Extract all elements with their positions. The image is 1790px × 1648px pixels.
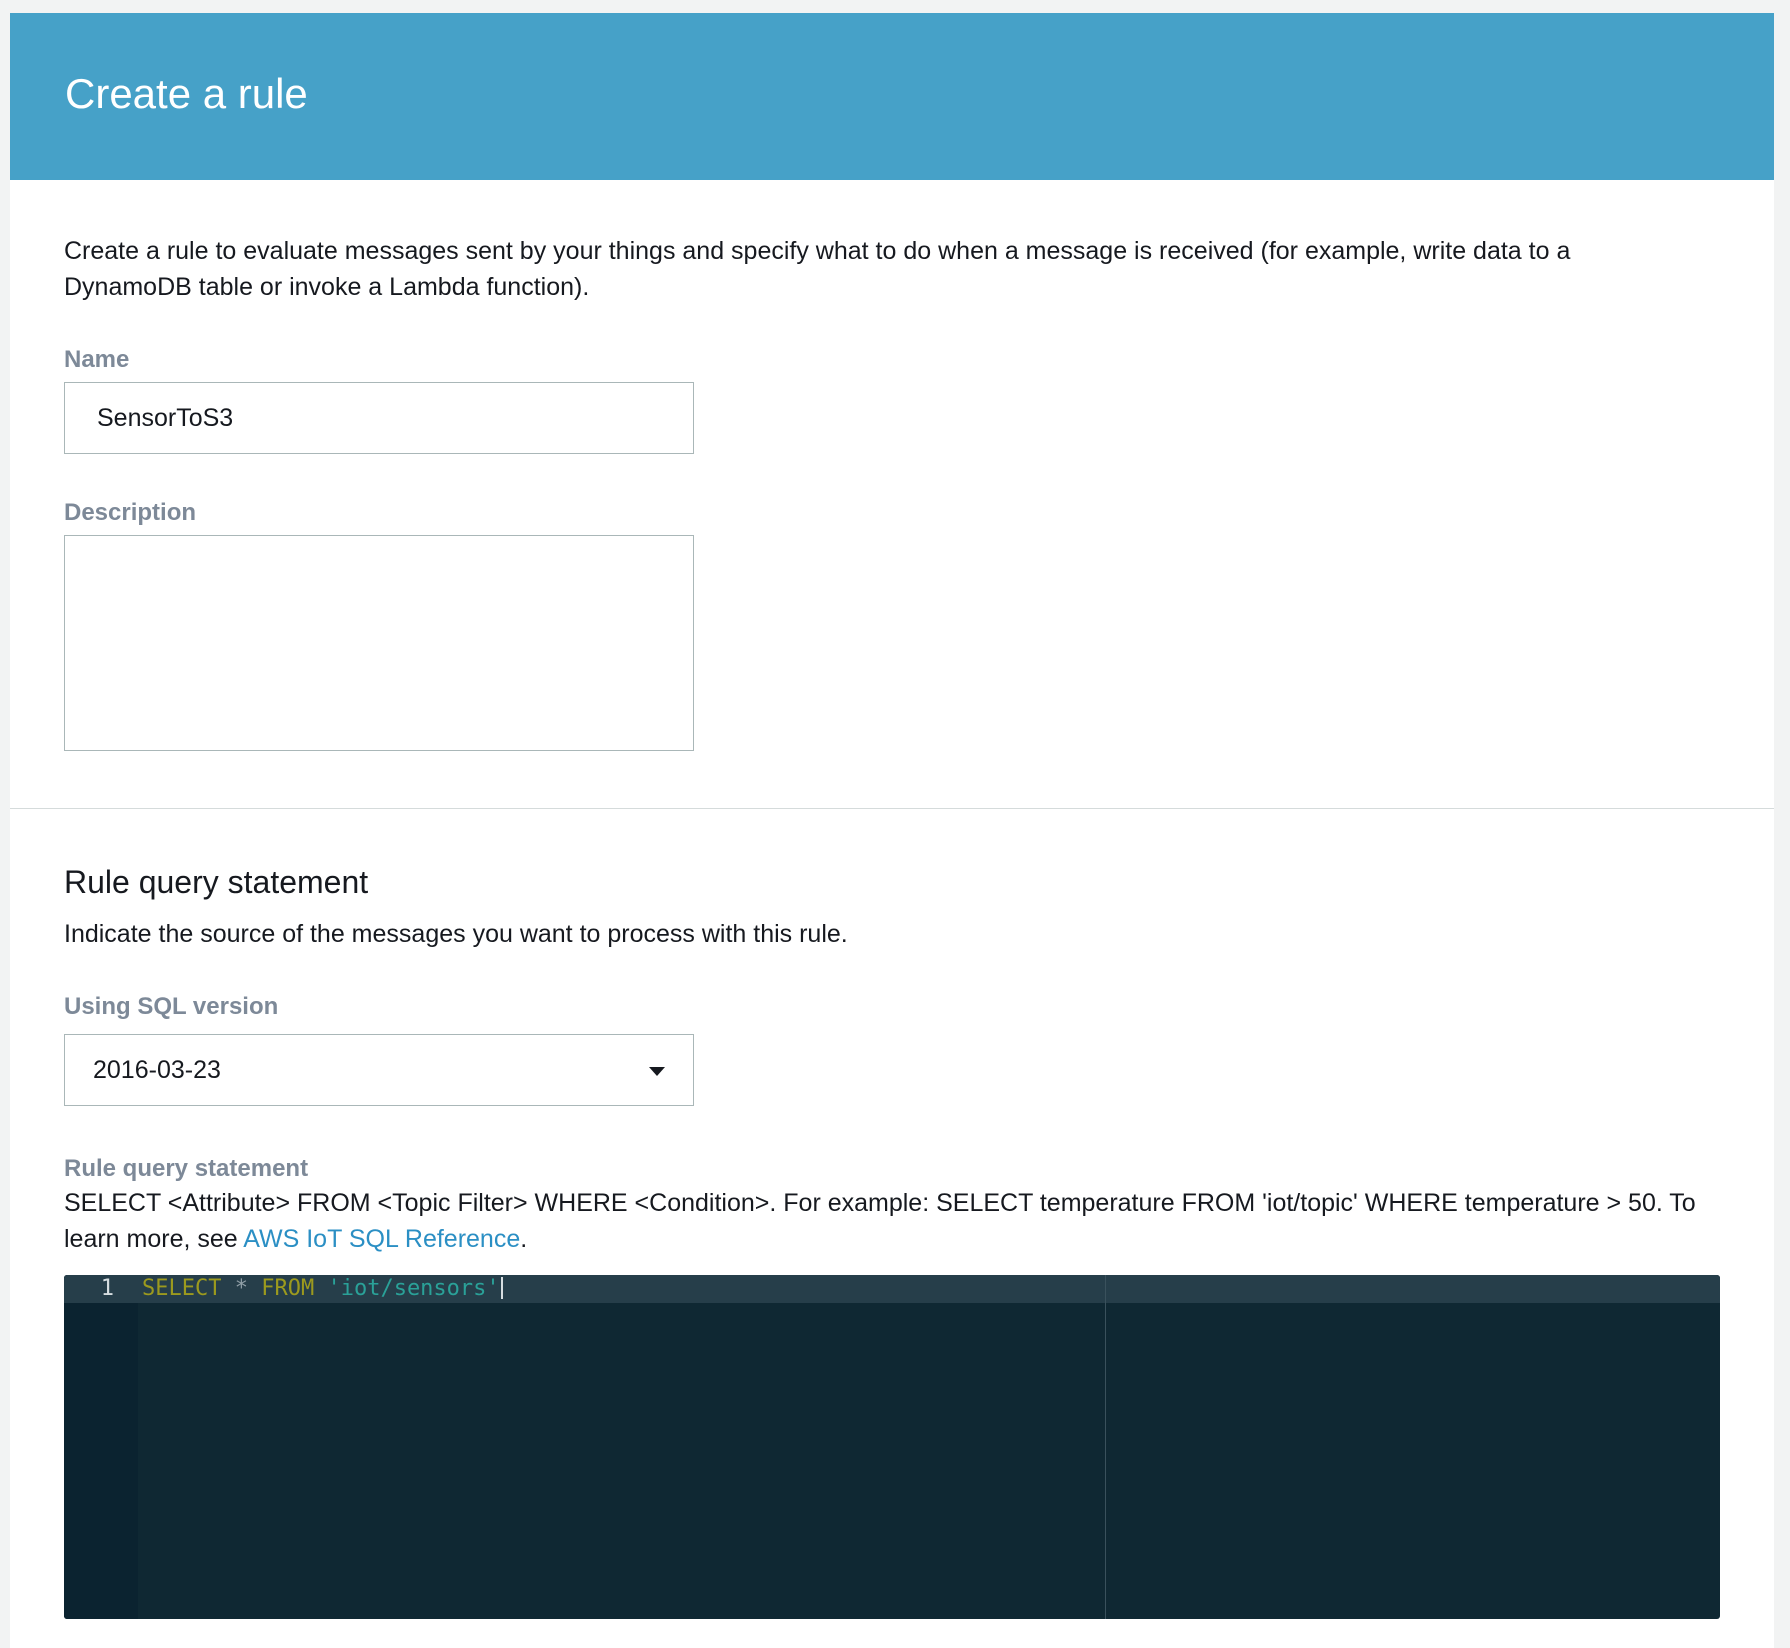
rule-query-section-description: Indicate the source of the messages you … [64,920,848,948]
description-label: Description [64,499,197,526]
intro-text: Create a rule to evaluate messages sent … [64,237,1571,301]
aws-iot-sql-reference-link[interactable]: AWS IoT SQL Reference [243,1225,520,1253]
sql-topic-string: 'iot/sensors' [327,1276,500,1301]
editor-print-margin [1105,1275,1106,1619]
page-title: Create a rule [65,70,308,117]
editor-code-line[interactable]: SELECT * FROM 'iot/sensors' [142,1277,503,1301]
sql-version-label: Using SQL version [64,993,279,1020]
text-cursor [500,1277,503,1299]
name-input[interactable] [64,382,694,454]
create-rule-panel: Create a rule Create a rule to evaluate … [10,13,1774,1648]
page-header: Create a rule [10,13,1774,180]
caret-down-icon [649,1067,665,1076]
sql-operator-star: * [234,1276,248,1301]
sql-code-editor[interactable]: 1 SELECT * FROM 'iot/sensors' [64,1275,1720,1619]
sql-version-select[interactable]: 2016-03-23 [64,1034,694,1106]
rule-query-section-title: Rule query statement [64,864,369,900]
rule-query-help-suffix: . [520,1225,528,1253]
sql-keyword-select: SELECT [142,1276,222,1301]
editor-gutter [64,1275,138,1619]
sql-version-selected-value: 2016-03-23 [93,1056,221,1084]
sql-keyword-from: FROM [261,1276,315,1301]
section-divider [10,808,1774,809]
editor-line-number: 1 [100,1276,114,1301]
rule-query-help-text: SELECT <Attribute> FROM <Topic Filter> W… [64,1185,1724,1257]
rule-query-statement-label: Rule query statement [64,1155,309,1182]
description-textarea[interactable] [64,535,694,751]
name-label: Name [64,346,130,373]
